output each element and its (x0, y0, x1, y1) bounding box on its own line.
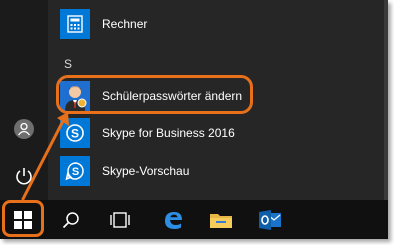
app-item-skype-for-business[interactable]: S Skype for Business 2016 (60, 114, 260, 152)
user-account-icon[interactable] (12, 117, 36, 141)
svg-text:S: S (71, 127, 79, 141)
skype-icon: S (60, 156, 90, 186)
section-letter[interactable]: S (64, 57, 72, 71)
app-item-label: Rechner (102, 17, 148, 31)
app-item-rechner[interactable]: Rechner (60, 5, 260, 43)
start-button-highlight (2, 200, 44, 237)
edge-icon[interactable] (150, 200, 196, 239)
search-icon[interactable] (48, 200, 94, 239)
calculator-icon (60, 9, 90, 39)
skype-icon: S (60, 118, 90, 148)
start-menu-screenshot: Rechner S Schülerpasswörter ändern S Sky… (0, 0, 388, 239)
power-icon[interactable] (12, 164, 36, 188)
app-item-label: Skype for Business 2016 (102, 126, 235, 140)
highlight-annotation (56, 75, 253, 114)
app-item-label: Skype-Vorschau (102, 164, 190, 178)
outlook-icon[interactable] (247, 200, 293, 239)
svg-text:S: S (72, 166, 79, 178)
task-view-icon[interactable] (97, 200, 143, 239)
app-list-scrollbar[interactable] (384, 0, 388, 200)
file-explorer-icon[interactable] (198, 200, 244, 239)
app-item-skype-vorschau[interactable]: S Skype-Vorschau (60, 152, 260, 190)
